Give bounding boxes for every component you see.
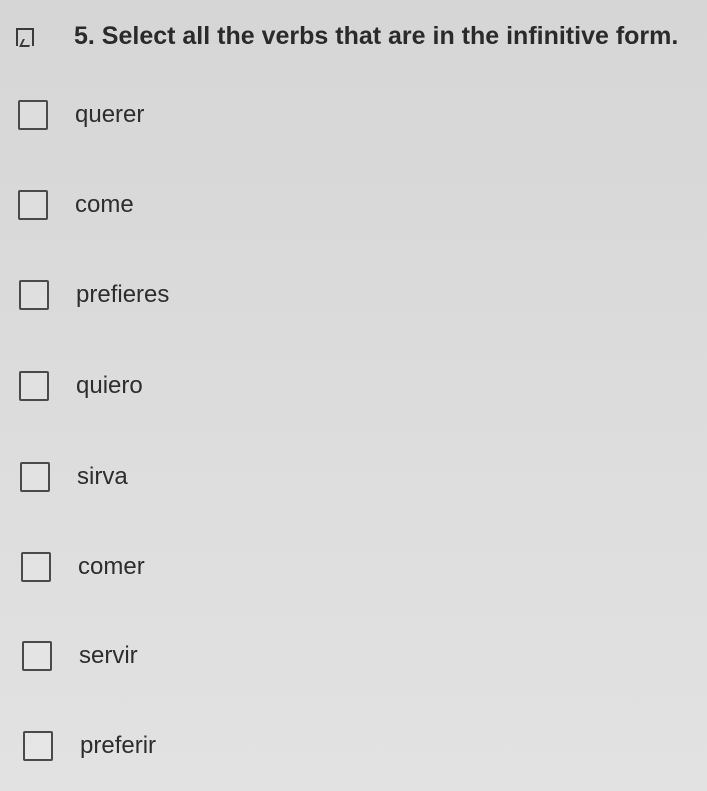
checkbox[interactable] (18, 190, 48, 220)
option-label: sirva (77, 463, 128, 490)
option-quiero[interactable]: quiero (19, 367, 419, 407)
option-querer[interactable]: querer (18, 96, 418, 136)
option-label: comer (78, 553, 145, 580)
checkbox[interactable] (21, 552, 51, 582)
bookmark-icon[interactable] (16, 28, 34, 46)
checkbox[interactable] (20, 462, 50, 492)
option-label: quiero (76, 372, 143, 399)
checkbox[interactable] (19, 280, 49, 310)
question-text: 5. Select all the verbs that are in the … (74, 22, 679, 50)
option-label: preferir (80, 732, 157, 759)
question-header: 5. Select all the verbs that are in the … (16, 22, 696, 56)
option-come[interactable]: come (18, 186, 418, 226)
option-label: querer (75, 101, 145, 128)
option-prefieres[interactable]: prefieres (19, 276, 419, 316)
quiz-question-card: 5. Select all the verbs that are in the … (0, 0, 707, 791)
option-comer[interactable]: comer (21, 548, 421, 588)
option-label: servir (79, 642, 138, 669)
checkbox[interactable] (19, 371, 49, 401)
checkbox[interactable] (22, 641, 52, 671)
option-sirva[interactable]: sirva (20, 458, 420, 498)
checkbox[interactable] (23, 731, 53, 761)
option-label: prefieres (76, 281, 170, 308)
option-servir[interactable]: servir (22, 637, 422, 677)
option-label: come (75, 191, 134, 218)
option-preferir[interactable]: preferir (23, 727, 423, 767)
checkbox[interactable] (18, 100, 48, 130)
